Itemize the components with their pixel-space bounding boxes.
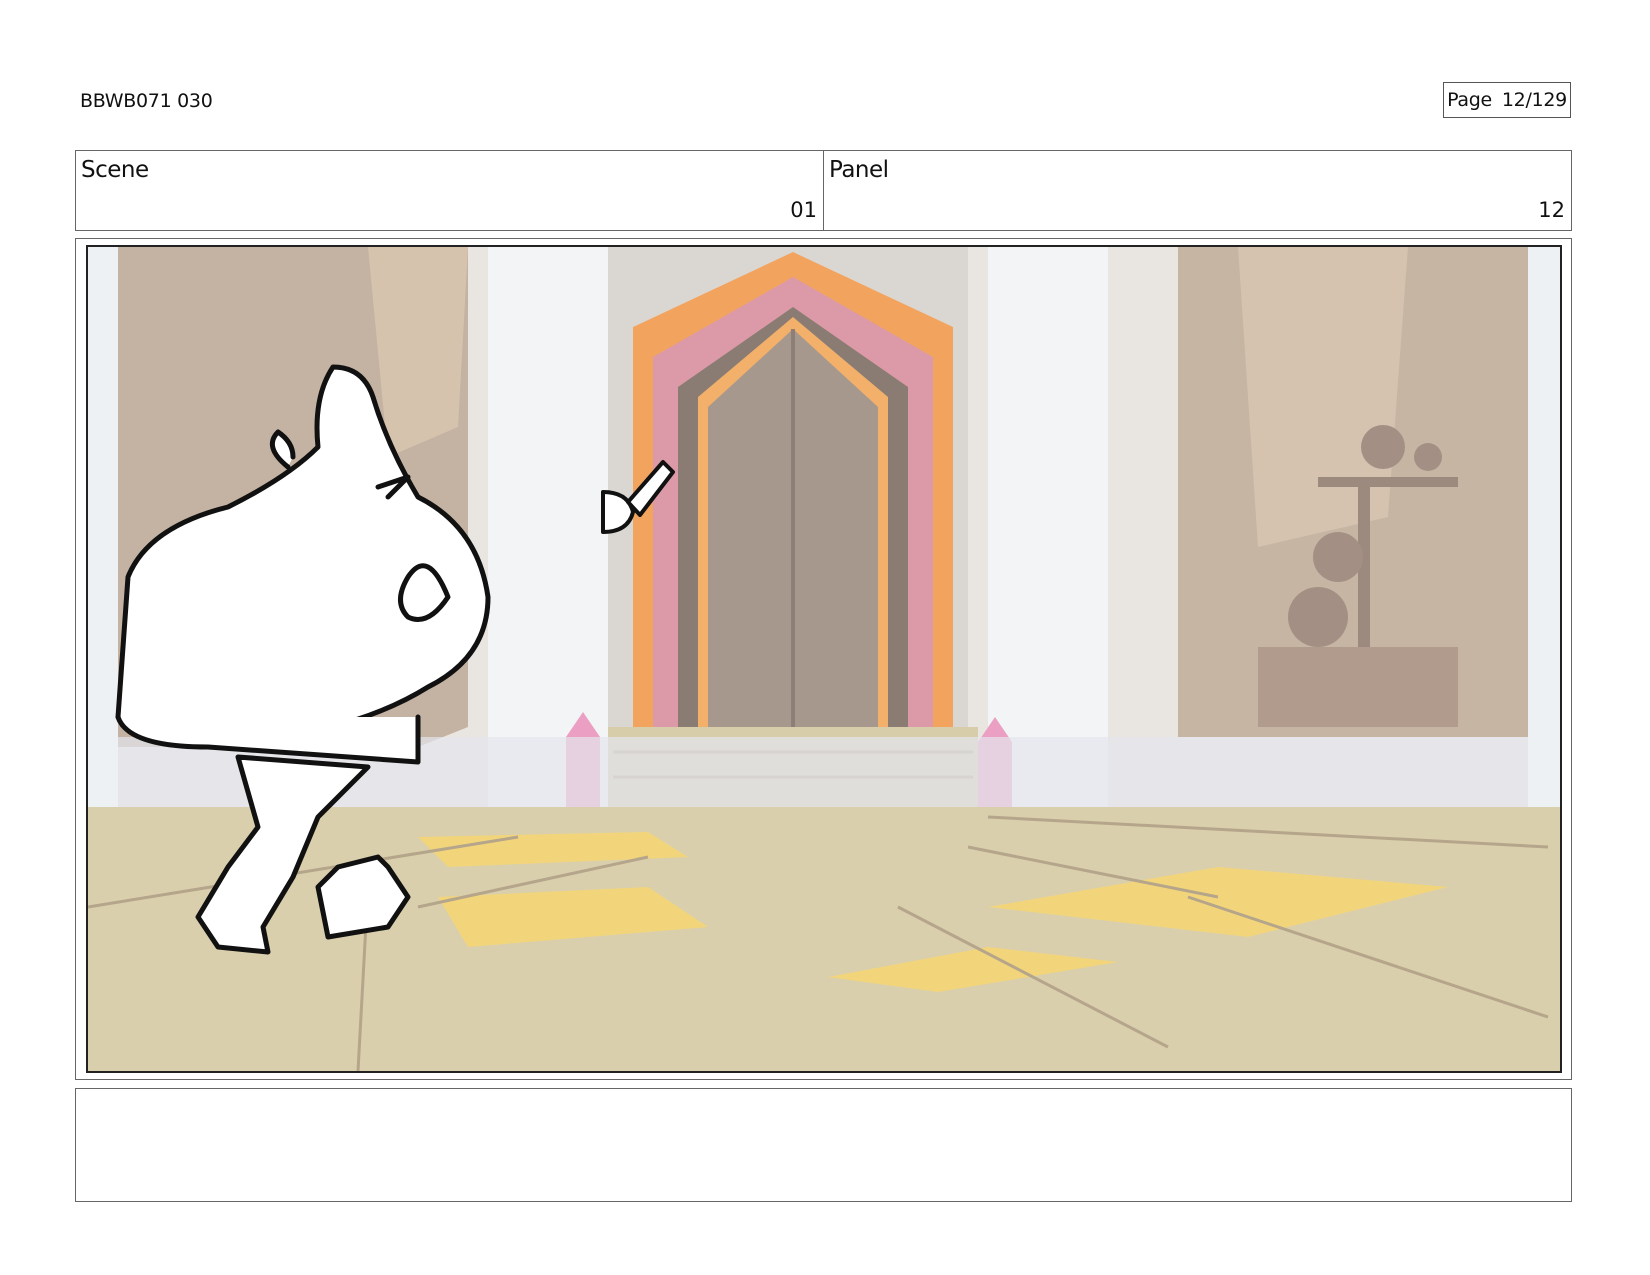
panel-number: 12: [1538, 198, 1565, 222]
document-id: BBWB071 030: [80, 90, 213, 112]
shelf: [1318, 477, 1458, 487]
shelf-rock: [1361, 425, 1405, 469]
panel-cell: Panel 12: [823, 151, 1571, 230]
right-rock-highlight: [1238, 247, 1408, 547]
pillar-edge-left: [88, 247, 118, 807]
shelf-rock: [1414, 443, 1442, 471]
panel-label: Panel: [829, 157, 889, 183]
pillar-right: [988, 247, 1108, 807]
scene-number: 01: [790, 198, 817, 222]
caption-box: [75, 1088, 1572, 1202]
scene-cell: Scene 01: [76, 151, 823, 230]
page-indicator: Page 12/129: [1443, 82, 1571, 118]
page-number: 12/129: [1501, 89, 1567, 111]
scene-panel-row: Scene 01 Panel 12: [75, 150, 1572, 231]
floor: [88, 807, 1560, 1071]
pillar-edge-right: [1528, 247, 1560, 807]
storyboard-image: [86, 245, 1562, 1073]
storyboard-illustration: [88, 247, 1560, 1071]
page-label: Page: [1447, 89, 1492, 111]
shelf-rock: [1313, 532, 1363, 582]
shelf-base: [1258, 647, 1458, 727]
shelf-rock: [1288, 587, 1348, 647]
scene-label: Scene: [81, 157, 149, 183]
